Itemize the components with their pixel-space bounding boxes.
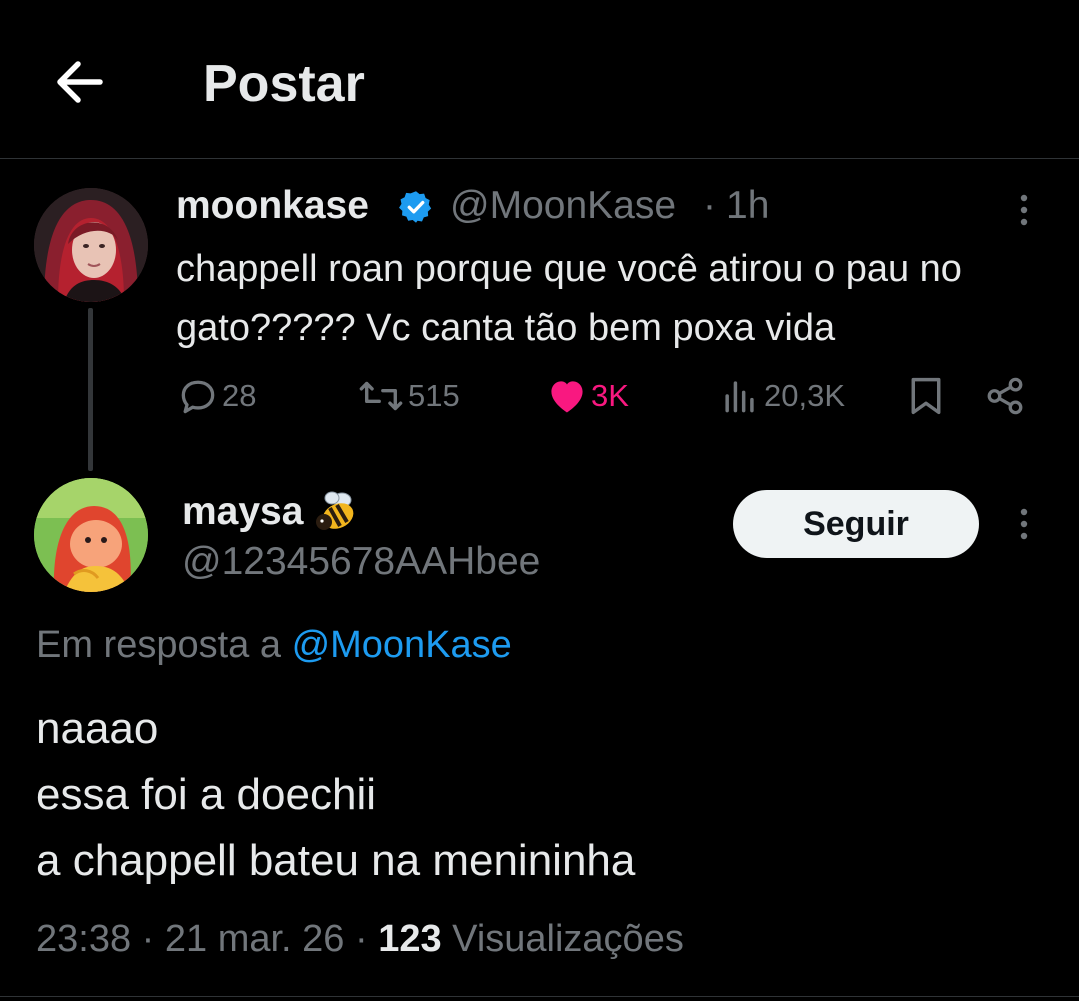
page-title: Postar <box>203 55 365 113</box>
author-handle[interactable]: @MoonKase <box>450 184 676 228</box>
share-icon <box>984 374 1026 418</box>
bookmark-button[interactable] <box>906 374 946 418</box>
repost-button[interactable]: 515 <box>356 374 460 418</box>
post-detail-page: Postar moonkase @MoonKase · 1h chappell … <box>0 0 1079 1001</box>
bee-emoji-icon <box>312 488 360 534</box>
share-button[interactable] <box>984 374 1026 418</box>
more-options-icon[interactable] <box>1012 192 1036 228</box>
separator-dot: · <box>703 184 716 227</box>
reply-icon <box>176 374 220 418</box>
author-handle[interactable]: @12345678AAHbee <box>182 540 540 584</box>
reply-count: 28 <box>222 378 257 413</box>
like-button[interactable]: 3K <box>545 374 629 418</box>
reply-text-line: essa foi a doechii <box>36 770 376 819</box>
author-name[interactable]: maysa <box>182 490 303 534</box>
repost-icon <box>356 374 406 418</box>
bookmark-icon <box>906 374 946 418</box>
follow-button[interactable]: Seguir <box>733 490 979 558</box>
post-time[interactable]: 1h <box>726 184 769 228</box>
reply-text-line: naaao <box>36 704 159 753</box>
views-icon <box>718 374 762 418</box>
divider <box>0 996 1079 997</box>
reply-context: Em resposta a @MoonKase <box>36 624 512 667</box>
back-arrow-icon[interactable] <box>50 52 110 112</box>
reply-prefix: Em resposta a <box>36 624 281 666</box>
views-number: 123 <box>378 918 442 960</box>
author-name[interactable]: moonkase <box>176 184 369 228</box>
heart-icon <box>545 374 589 418</box>
reply-text-line: a chappell bateu na menininha <box>36 836 636 885</box>
repost-count: 515 <box>408 378 460 413</box>
post-text: chappell roan porque que você atirou o p… <box>176 248 962 349</box>
post-timestamp[interactable]: 23:38 · 21 mar. 26 · <box>36 918 368 960</box>
views-button[interactable]: 20,3K <box>718 374 845 418</box>
more-options-icon[interactable] <box>1012 506 1036 542</box>
reply-button[interactable]: 28 <box>176 374 256 418</box>
reply-mention-link[interactable]: @MoonKase <box>292 624 512 666</box>
verified-badge-icon <box>398 189 434 225</box>
like-count: 3K <box>591 378 629 413</box>
avatar[interactable] <box>34 478 148 592</box>
avatar[interactable] <box>34 188 148 302</box>
post-meta: 23:38 · 21 mar. 26 · 123 Visualizações <box>36 918 684 961</box>
action-bar: 28 515 3K 20,3K <box>0 374 1079 418</box>
top-bar: Postar <box>0 0 1079 159</box>
views-label: Visualizações <box>452 918 684 960</box>
views-count: 20,3K <box>764 378 846 413</box>
